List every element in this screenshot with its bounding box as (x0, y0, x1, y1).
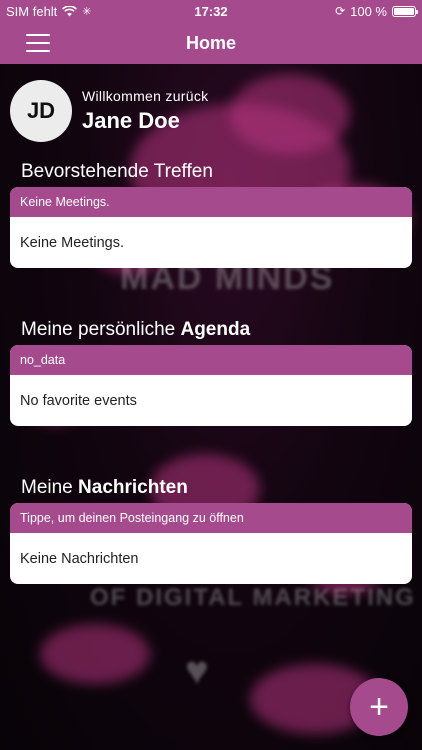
add-button[interactable]: + (350, 678, 408, 736)
profile-header: JD Willkommen zurück Jane Doe (10, 80, 208, 142)
nav-bar: Home (0, 22, 422, 64)
section-title-messages-regular: Meine (21, 477, 79, 498)
clock: 17:32 (194, 3, 228, 19)
page-title: Home (185, 32, 236, 53)
section-title-messages: Meine Nachrichten (21, 477, 188, 499)
section-title-agenda-bold: Agenda (180, 319, 251, 340)
hamburger-menu-icon[interactable] (26, 34, 50, 52)
agenda-card-body: No favorite events (20, 392, 137, 409)
battery-icon (392, 5, 418, 17)
section-title-messages-bold: Nachrichten (78, 477, 188, 498)
rotation-lock-icon: ⟳ (335, 4, 346, 18)
messages-card[interactable]: Tippe, um deinen Posteingang zu öffnen K… (10, 503, 412, 584)
section-title-agenda: Meine persönliche Agenda (21, 319, 250, 341)
agenda-card[interactable]: no_data No favorite events (10, 345, 412, 426)
meetings-card-header: Keine Meetings. (10, 187, 412, 217)
messages-card-body: Keine Nachrichten (20, 550, 139, 567)
agenda-card-header: no_data (10, 345, 412, 375)
battery-level (394, 7, 414, 15)
wifi-icon (62, 5, 78, 16)
battery-percent: 100 % (350, 3, 387, 19)
status-bar: SIM fehlt ✳ 17:32 ⟳ 100 % (0, 0, 422, 22)
meetings-card-body: Keine Meetings. (20, 234, 124, 251)
carrier-label: SIM fehlt (6, 3, 58, 19)
avatar[interactable]: JD (10, 80, 72, 142)
home-content: JD Willkommen zurück Jane Doe Bevorstehe… (0, 64, 422, 750)
messages-card-header: Tippe, um deinen Posteingang zu öffnen (10, 503, 412, 533)
meetings-card[interactable]: Keine Meetings. Keine Meetings. (10, 187, 412, 268)
welcome-label: Willkommen zurück (82, 88, 209, 104)
user-name: Jane Doe (82, 108, 180, 133)
section-title-meetings: Bevorstehende Treffen (21, 161, 213, 182)
section-title-agenda-regular: Meine persönliche (21, 319, 181, 340)
activity-spinner-icon: ✳ (82, 5, 92, 18)
